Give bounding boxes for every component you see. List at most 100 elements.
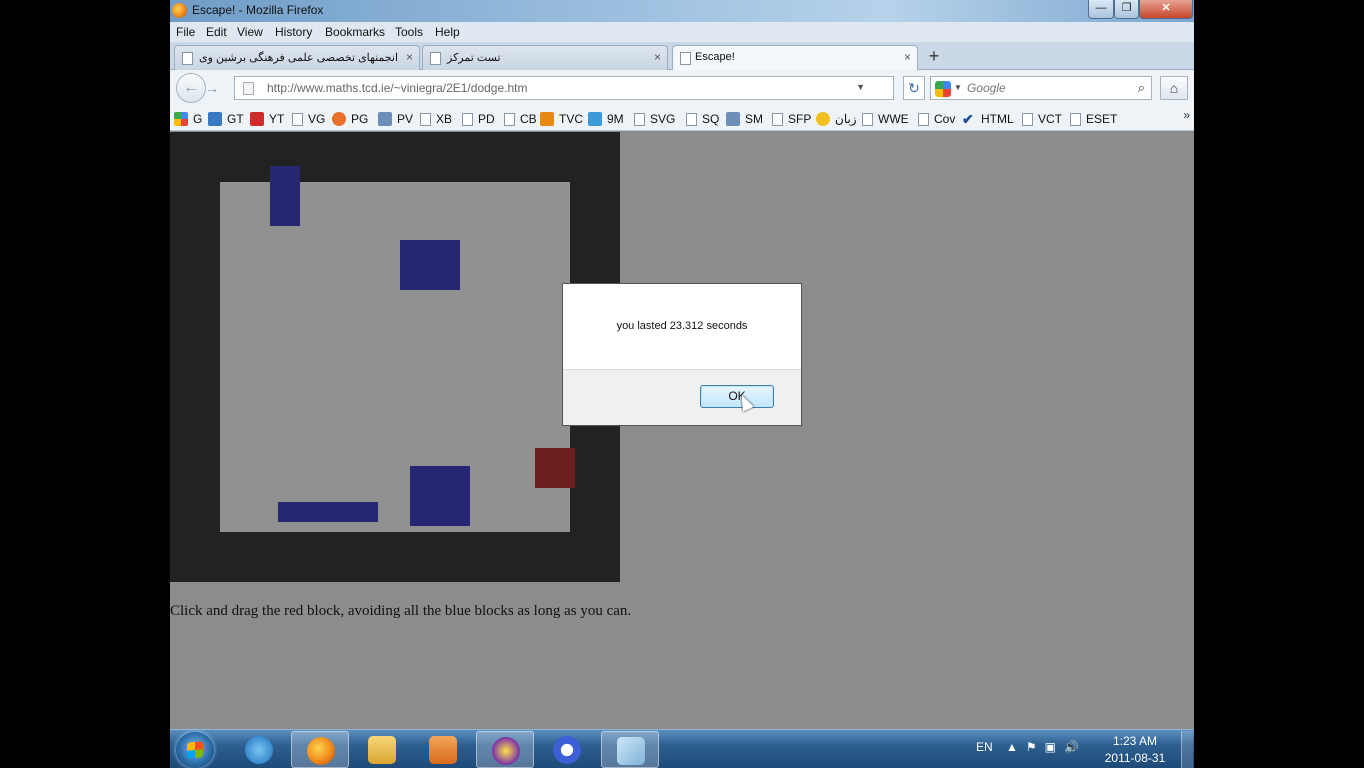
firefox-icon — [172, 3, 187, 18]
bookmark-sq[interactable]: SQ — [686, 111, 719, 127]
page-icon — [634, 112, 645, 126]
clock-date[interactable]: 2011-08-31 — [1100, 751, 1170, 765]
bookmark-sfp[interactable]: SFP — [772, 111, 811, 127]
notepad-icon — [617, 737, 645, 765]
title-bar: Escape! - Mozilla Firefox — ❐ ✕ — [170, 0, 1194, 22]
close-button[interactable]: ✕ — [1139, 0, 1193, 19]
minimize-button[interactable]: — — [1088, 0, 1114, 19]
pv-icon — [378, 112, 392, 126]
bookmark-html[interactable]: ✔ HTML — [962, 111, 1014, 127]
tab-close-icon[interactable]: × — [654, 50, 661, 64]
bookmark-yt[interactable]: YT — [250, 111, 284, 127]
tab-forum[interactable]: انجمنهای تخصصی علمی فرهنگی برشین وی × — [174, 45, 420, 70]
page-icon — [182, 52, 193, 65]
blue-block — [278, 502, 378, 522]
bookmark-vg[interactable]: VG — [292, 111, 325, 127]
blue-block — [270, 166, 300, 226]
taskbar-explorer[interactable] — [353, 731, 411, 768]
blue-block — [400, 240, 460, 290]
page-icon — [918, 112, 929, 126]
bookmark-svg[interactable]: SVG — [634, 111, 675, 127]
tab-bar: انجمنهای تخصصی علمی فرهنگی برشین وی × تس… — [170, 42, 1194, 71]
system-tray-icons[interactable]: ▲⚑▣🔊 — [1006, 740, 1087, 754]
tab-close-icon[interactable]: × — [406, 50, 413, 64]
windows-logo-icon — [187, 741, 203, 759]
taskbar-daemon-tools[interactable] — [538, 731, 596, 768]
bookmark-vct[interactable]: VCT — [1022, 111, 1062, 127]
blue-block — [410, 466, 470, 526]
start-button[interactable] — [176, 732, 214, 768]
clock-time[interactable]: 1:23 AM — [1100, 734, 1170, 748]
bookmark-g[interactable]: G — [174, 111, 202, 127]
bookmark-gt[interactable]: GT — [208, 111, 244, 127]
sun-icon — [816, 112, 830, 126]
bookmark-sm[interactable]: SM — [726, 111, 763, 127]
alert-message-area: you lasted 23.312 seconds — [563, 284, 801, 370]
bookmark-tvc[interactable]: TVC — [540, 111, 583, 127]
page-icon — [680, 52, 691, 65]
menu-history[interactable]: History — [275, 25, 312, 39]
reload-button[interactable]: ↻ — [903, 76, 925, 100]
search-engine-dropdown-icon[interactable]: ▼ — [954, 83, 962, 92]
bookmark-pg[interactable]: PG — [332, 111, 368, 127]
taskbar-notepad[interactable] — [601, 731, 659, 768]
menu-tools[interactable]: Tools — [395, 25, 423, 39]
maximize-button[interactable]: ❐ — [1114, 0, 1139, 19]
firefox-icon — [307, 737, 335, 765]
tab-focus-test[interactable]: تست تمرکز × — [422, 45, 668, 70]
search-placeholder: Google — [967, 81, 1006, 95]
bookmark-cov[interactable]: Cov — [918, 111, 955, 127]
bookmark-cb[interactable]: CB — [504, 111, 537, 127]
menu-view[interactable]: View — [237, 25, 263, 39]
new-tab-button[interactable]: + — [922, 46, 946, 68]
page-icon — [430, 52, 441, 65]
bookmarks-toolbar: G GT YT VG PG PV XB PD CB TVC 9M SVG SQ … — [170, 105, 1194, 131]
tab-escape[interactable]: Escape! × — [672, 45, 918, 71]
bookmark-zaban[interactable]: زبان — [816, 111, 857, 127]
bookmark-eset[interactable]: ESET — [1070, 111, 1117, 127]
checkmark-icon: ✔ — [962, 111, 974, 127]
page-icon — [420, 112, 431, 126]
forward-button[interactable]: → — [205, 78, 227, 98]
bookmarks-overflow-button[interactable]: » — [1183, 108, 1190, 122]
bookmark-pv[interactable]: PV — [378, 111, 413, 127]
url-text: http://www.maths.tcd.ie/~viniegra/2E1/do… — [267, 81, 528, 95]
url-bar[interactable]: http://www.maths.tcd.ie/~viniegra/2E1/do… — [234, 76, 894, 100]
menu-file[interactable]: File — [176, 25, 195, 39]
page-icon — [1022, 112, 1033, 126]
bookmark-9m[interactable]: 9M — [588, 111, 624, 127]
bookmark-pd[interactable]: PD — [462, 111, 495, 127]
search-bar[interactable]: ▼ Google ⌕ — [930, 76, 1152, 100]
game-frame — [170, 132, 620, 582]
bookmark-wwe[interactable]: WWE — [862, 111, 909, 127]
instructions-text: Click and drag the red block, avoiding a… — [170, 603, 632, 619]
page-icon — [462, 112, 473, 126]
window-title: Escape! - Mozilla Firefox — [192, 3, 324, 17]
show-desktop-button[interactable] — [1181, 731, 1193, 768]
taskbar-internet-explorer[interactable] — [230, 731, 288, 768]
game-field — [220, 182, 570, 532]
bookmark-xb[interactable]: XB — [420, 111, 452, 127]
back-button[interactable]: ← — [176, 73, 206, 103]
taskbar-firefox[interactable] — [291, 731, 349, 768]
page-icon — [686, 112, 697, 126]
home-button[interactable]: ⌂ — [1160, 76, 1188, 100]
red-block[interactable] — [535, 448, 575, 488]
pg-icon — [332, 112, 346, 126]
menu-help[interactable]: Help — [435, 25, 460, 39]
search-icon[interactable]: ⌕ — [1138, 80, 1145, 96]
taskbar-media-player[interactable] — [414, 731, 472, 768]
page-icon — [504, 112, 515, 126]
url-dropdown-icon[interactable]: ▼ — [856, 82, 865, 92]
folder-icon — [368, 736, 396, 764]
google-icon[interactable] — [935, 81, 951, 97]
sm-icon — [726, 112, 740, 126]
taskbar-yahoo-messenger[interactable] — [476, 731, 534, 768]
menu-bookmarks[interactable]: Bookmarks — [325, 25, 385, 39]
menu-edit[interactable]: Edit — [206, 25, 227, 39]
tab-close-icon[interactable]: × — [904, 50, 911, 64]
language-indicator[interactable]: EN — [976, 740, 993, 754]
page-icon — [862, 112, 873, 126]
page-icon — [292, 112, 303, 126]
tab-label: انجمنهای تخصصی علمی فرهنگی برشین وی — [199, 52, 399, 64]
